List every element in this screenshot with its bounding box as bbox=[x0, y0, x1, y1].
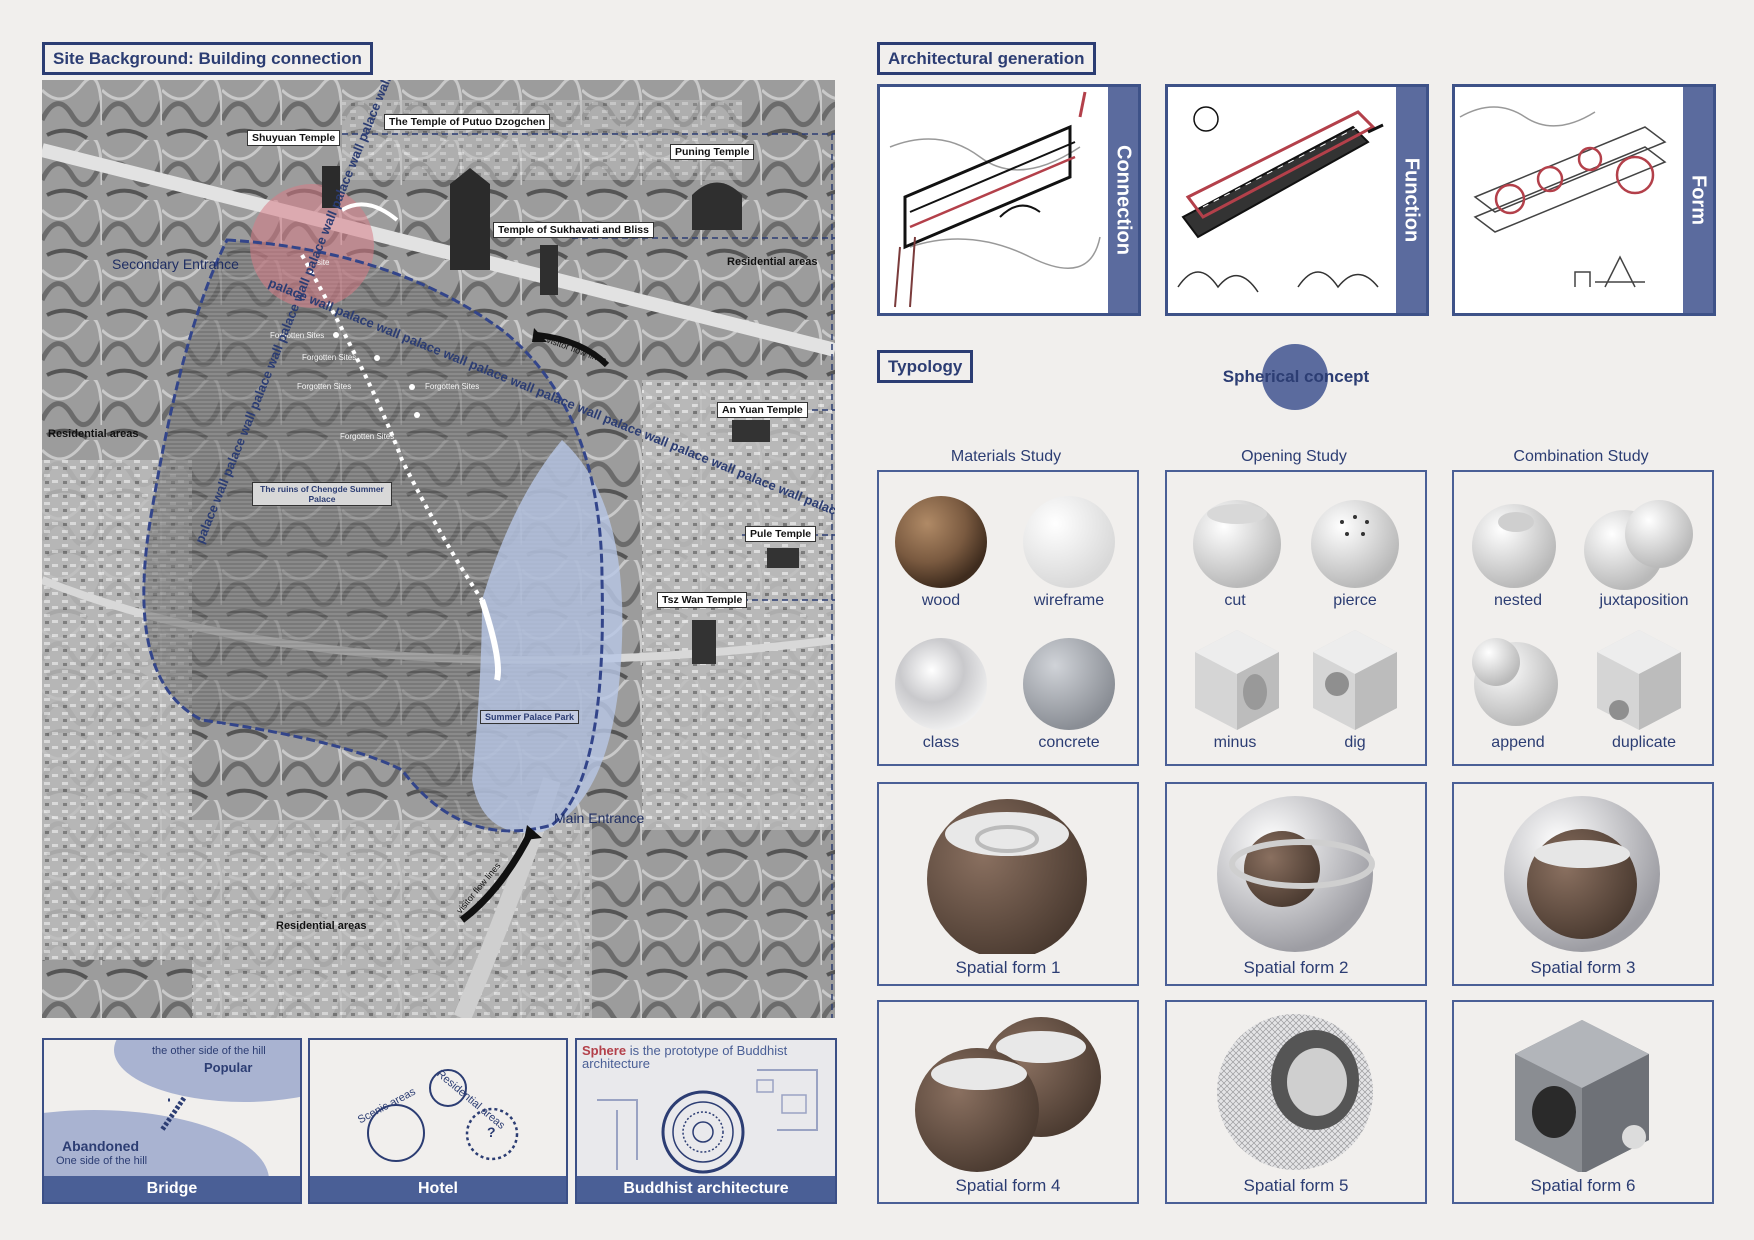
material-wireframe: wireframe bbox=[1033, 592, 1105, 609]
gen-function-card: Function bbox=[1165, 84, 1429, 316]
spatial-form-5-caption: Spatial form 5 bbox=[1243, 1176, 1349, 1195]
connection-sketch bbox=[889, 91, 1101, 308]
spatial-form-6-caption: Spatial form 6 bbox=[1530, 1176, 1636, 1195]
opening-forms bbox=[1193, 500, 1399, 730]
materials-study-panel: wood wireframe class concrete bbox=[877, 470, 1139, 766]
forgotten-site-4: Forgotten Sites bbox=[425, 382, 480, 391]
bridge-footer: Bridge bbox=[44, 1176, 300, 1202]
spatial-form-4-render bbox=[915, 1017, 1101, 1172]
spatial-form-6-render bbox=[1515, 1020, 1649, 1172]
label-shuyuan-temple: Shuyuan Temple bbox=[247, 130, 341, 146]
combination-append: append bbox=[1491, 734, 1545, 751]
buddhist-footer: Buddhist architecture bbox=[577, 1176, 835, 1202]
combination-study-panel: nested juxtaposition append duplicate bbox=[1452, 470, 1714, 766]
bridge-abandoned: Abandoned bbox=[62, 1138, 139, 1154]
forgotten-site-2: Forgotten Sites bbox=[302, 353, 357, 362]
combination-nested: nested bbox=[1493, 592, 1543, 609]
opening-minus: minus bbox=[1213, 734, 1257, 751]
spatial-form-6-card: Spatial form 6 bbox=[1452, 1000, 1714, 1204]
label-putuo-temple: The Temple of Putuo Dzogchen bbox=[384, 114, 551, 130]
function-sketch bbox=[1177, 106, 1384, 293]
spherical-concept-label: Spherical concept bbox=[1222, 367, 1370, 386]
spatial-form-3-card: Spatial form 3 bbox=[1452, 782, 1714, 986]
combination-juxtaposition: juxtaposition bbox=[1599, 592, 1689, 609]
materials-study-title: Materials Study bbox=[950, 448, 1062, 465]
buddhist-panel: Sphere is the prototype of Buddhist arch… bbox=[575, 1038, 837, 1204]
bridge-panel: the other side of the hill Popular Aband… bbox=[42, 1038, 302, 1204]
opening-study-panel: cut pierce minus dig bbox=[1165, 470, 1427, 766]
spatial-form-1-render bbox=[927, 799, 1087, 954]
spatial-form-2-caption: Spatial form 2 bbox=[1243, 958, 1349, 977]
gen-connection-card: Connection bbox=[877, 84, 1141, 316]
opening-study-title: Opening Study bbox=[1241, 448, 1347, 465]
spatial-form-4-caption: Spatial form 4 bbox=[955, 1176, 1061, 1195]
spatial-form-5-card: Spatial form 5 bbox=[1165, 1000, 1427, 1204]
material-wood: wood bbox=[921, 592, 961, 609]
arch-generation-header: Architectural generation bbox=[877, 42, 1096, 75]
forgotten-site-5: Forgotten Sites bbox=[340, 432, 395, 441]
site-map: Shuyuan Temple The Temple of Putuo Dzogc… bbox=[42, 80, 835, 1018]
combination-forms bbox=[1472, 500, 1693, 730]
label-tszwan-temple: Tsz Wan Temple bbox=[657, 592, 748, 608]
residential-label-west: Residential areas bbox=[48, 428, 139, 440]
combination-duplicate: duplicate bbox=[1611, 734, 1677, 751]
material-class: class bbox=[922, 734, 960, 751]
label-pule-temple: Pule Temple bbox=[745, 526, 817, 542]
site-background-header: Site Background: Building connection bbox=[42, 42, 373, 75]
spatial-form-3-caption: Spatial form 3 bbox=[1530, 958, 1636, 977]
secondary-entrance-label: Secondary Entrance bbox=[112, 256, 239, 272]
tab-function: Function bbox=[1396, 87, 1426, 313]
hotel-footer: Hotel bbox=[310, 1176, 566, 1202]
materials-spheres bbox=[895, 496, 1115, 730]
bridge-popular: Popular bbox=[204, 1060, 253, 1075]
bridge-one-side: One side of the hill bbox=[56, 1155, 148, 1167]
tab-form: Form bbox=[1683, 87, 1713, 313]
label-summer-palace-park: Summer Palace Park bbox=[480, 710, 580, 724]
opening-pierce: pierce bbox=[1333, 592, 1377, 609]
spatial-form-4-card: Spatial form 4 bbox=[877, 1000, 1139, 1204]
label-anyuan-temple: An Yuan Temple bbox=[717, 402, 808, 418]
spatial-form-3-render bbox=[1504, 796, 1660, 952]
form-sketch bbox=[1459, 106, 1667, 288]
label-sukhavati-temple: Temple of Sukhavati and Bliss bbox=[493, 222, 654, 238]
forgotten-site-3: Forgotten Sites bbox=[297, 382, 352, 391]
spatial-form-5-render bbox=[1217, 1014, 1373, 1170]
hotel-diagram bbox=[367, 1069, 519, 1162]
gen-form-card: Form bbox=[1452, 84, 1716, 316]
hotel-question-mark: ? bbox=[487, 1124, 496, 1140]
bridge-other-side: the other side of the hill bbox=[152, 1045, 266, 1057]
buddhist-caption: Sphere is the prototype of Buddhist arch… bbox=[582, 1044, 830, 1070]
material-concrete: concrete bbox=[1038, 734, 1100, 751]
spatial-form-2-render bbox=[1217, 796, 1375, 952]
label-ruins: The ruins of Chengde Summer Palace bbox=[252, 482, 392, 506]
opening-cut: cut bbox=[1224, 592, 1246, 609]
label-puning-temple: Puning Temple bbox=[670, 144, 755, 160]
spatial-form-1-card: Spatial form 1 bbox=[877, 782, 1139, 986]
tab-connection: Connection bbox=[1108, 87, 1138, 313]
hotel-panel: Scenic areas Residential areas ? Hotel bbox=[308, 1038, 568, 1204]
opening-dig: dig bbox=[1344, 734, 1366, 751]
typology-header: Typology bbox=[877, 350, 974, 383]
spatial-form-1-caption: Spatial form 1 bbox=[955, 958, 1061, 977]
combination-study-title: Combination Study bbox=[1513, 448, 1649, 465]
residential-label-east: Residential areas bbox=[727, 256, 818, 268]
site-map-graphic bbox=[42, 80, 835, 1018]
residential-label-south: Residential areas bbox=[276, 920, 367, 932]
spatial-form-2-card: Spatial form 2 bbox=[1165, 782, 1427, 986]
main-entrance-label: Main Entrance bbox=[554, 810, 645, 826]
